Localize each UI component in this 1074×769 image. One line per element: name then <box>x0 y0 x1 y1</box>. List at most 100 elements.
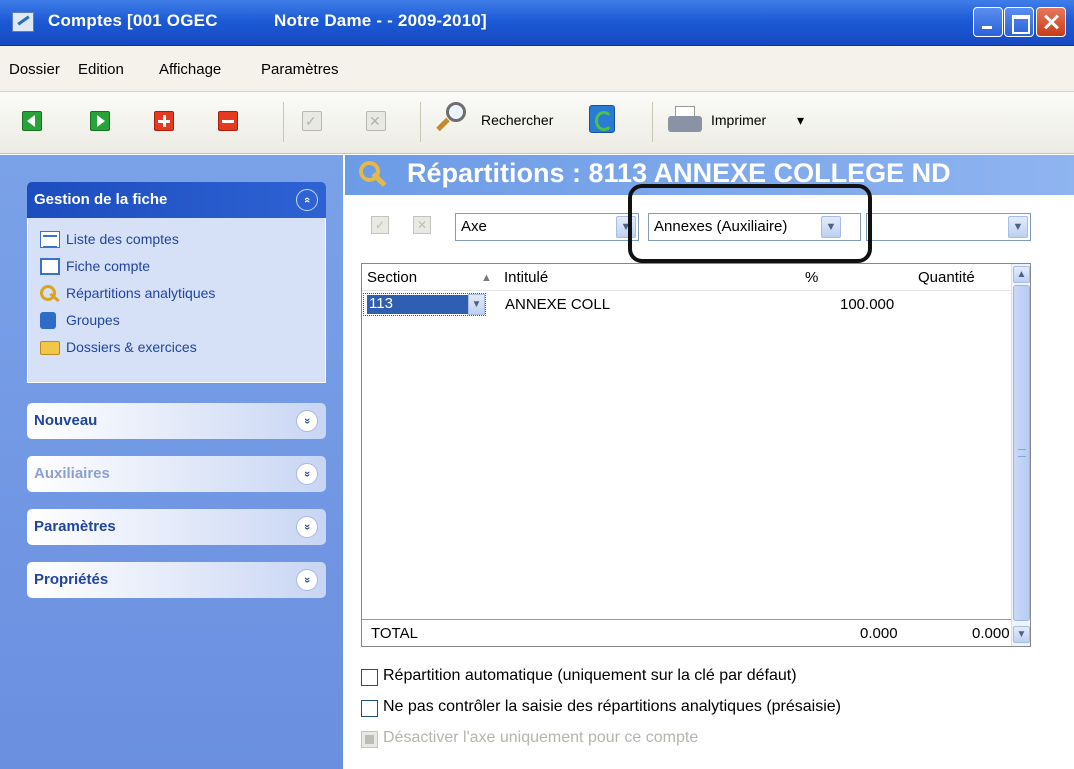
previous-icon[interactable] <box>22 111 42 131</box>
folder-icon <box>40 341 60 355</box>
group-nouveau: Nouveau » <box>27 403 326 439</box>
option-label: Désactiver l'axe uniquement pour ce comp… <box>383 729 699 746</box>
option-label[interactable]: Répartition automatique (uniquement sur … <box>383 667 797 685</box>
expand-chevron-icon[interactable]: » <box>296 569 318 591</box>
toolbar-separator <box>652 102 653 142</box>
window-title-part1: Comptes [001 OGEC <box>48 11 218 30</box>
axe-combo[interactable]: Axe ▼ <box>455 213 639 241</box>
group-header-auxiliaires: Auxiliaires » <box>27 456 326 492</box>
link-repartitions[interactable]: Répartitions analytiques <box>40 284 325 311</box>
grid-header: Section ▲ Intitulé % Quantité <box>362 264 1012 291</box>
next-icon[interactable] <box>90 111 110 131</box>
key-icon <box>359 161 389 191</box>
key-icon <box>40 285 60 302</box>
intitule-cell: ANNEXE COLL <box>505 296 611 313</box>
scroll-thumb[interactable] <box>1013 285 1030 621</box>
close-button[interactable] <box>1036 7 1066 37</box>
checkbox[interactable] <box>361 700 378 717</box>
search-button-label[interactable]: Rechercher <box>481 112 553 128</box>
toolbar-separator <box>283 102 284 142</box>
link-dossiers[interactable]: Dossiers & exercices <box>40 338 325 365</box>
sort-ascending-icon: ▲ <box>481 272 492 284</box>
group-title: Gestion de la fiche <box>34 191 168 208</box>
scroll-down-icon[interactable]: ▼ <box>1013 626 1030 643</box>
menu-edition[interactable]: Edition <box>78 61 124 78</box>
scroll-up-icon[interactable]: ▲ <box>1013 266 1030 283</box>
print-button-label[interactable]: Imprimer <box>711 112 766 128</box>
vertical-scrollbar[interactable]: ▲ ▼ <box>1011 264 1030 646</box>
third-combo[interactable]: ▼ <box>866 213 1031 241</box>
group-header-nouveau[interactable]: Nouveau » <box>27 403 326 439</box>
menu-dossier[interactable]: Dossier <box>9 61 60 78</box>
menu-parametres[interactable]: Paramètres <box>261 61 339 78</box>
expand-chevron-icon[interactable]: » <box>296 410 318 432</box>
grid-total-row: TOTAL 0.000 0.000 <box>362 619 1012 646</box>
title-bar: Comptes [001 OGEC Notre Dame - - 2009-20… <box>0 0 1074 46</box>
app-icon <box>12 12 34 32</box>
toolbar: ✓ ✕ Rechercher Imprimer ▾ <box>0 92 1074 154</box>
validate-small-icon[interactable]: ✓ <box>371 216 389 234</box>
link-label[interactable]: Dossiers & exercices <box>66 339 197 355</box>
group-icon <box>40 312 56 329</box>
maximize-button[interactable] <box>1004 7 1034 37</box>
group-title: Auxiliaires <box>34 465 110 482</box>
combo-value: Axe <box>461 218 487 235</box>
percent-cell: 100.000 <box>840 296 895 313</box>
group-header-parametres[interactable]: Paramètres » <box>27 509 326 545</box>
group-header-gestion-fiche[interactable]: Gestion de la fiche « <box>27 182 326 218</box>
link-label[interactable]: Liste des comptes <box>66 231 179 247</box>
group-title: Paramètres <box>34 518 116 535</box>
column-header-section[interactable]: Section <box>367 269 417 286</box>
group-title: Nouveau <box>34 412 98 429</box>
minimize-button[interactable] <box>973 7 1003 37</box>
toolbar-separator <box>420 102 421 142</box>
validate-icon[interactable]: ✓ <box>302 111 322 131</box>
total-label: TOTAL <box>371 625 418 642</box>
printer-icon[interactable] <box>668 106 702 136</box>
collapse-chevron-icon[interactable]: « <box>296 189 318 211</box>
window-title: Comptes [001 OGEC Notre Dame - - 2009-20… <box>48 11 487 31</box>
section-cell[interactable]: 113 ▼ <box>363 293 486 316</box>
cancel-small-icon[interactable]: ✕ <box>413 216 431 234</box>
expand-chevron-icon[interactable]: » <box>296 516 318 538</box>
link-liste-comptes[interactable]: Liste des comptes <box>40 230 325 257</box>
table-row[interactable]: 113 ▼ ANNEXE COLL 100.000 <box>362 292 1012 317</box>
link-label[interactable]: Groupes <box>66 312 120 328</box>
group-body: Liste des comptes Fiche compte Répartiti… <box>27 218 326 383</box>
group-proprietes: Propriétés » <box>27 562 326 598</box>
group-header-proprietes[interactable]: Propriétés » <box>27 562 326 598</box>
column-header-percent[interactable]: % <box>805 269 818 286</box>
add-icon[interactable] <box>154 111 174 131</box>
link-label[interactable]: Fiche compte <box>66 258 150 274</box>
total-percent: 0.000 <box>860 625 898 642</box>
remove-icon[interactable] <box>218 111 238 131</box>
menu-bar: Dossier Edition Affichage Paramètres <box>0 46 1074 92</box>
repartitions-grid: Section ▲ Intitulé % Quantité 113 ▼ ANNE… <box>361 263 1031 647</box>
section-value[interactable]: 113 <box>367 295 471 314</box>
refresh-icon[interactable] <box>589 105 615 133</box>
print-dropdown-icon[interactable]: ▾ <box>797 112 804 129</box>
checkbox <box>361 731 378 748</box>
section-dropdown-icon[interactable]: ▼ <box>468 294 485 315</box>
highlight-annotation <box>628 184 872 263</box>
group-gestion-fiche: Gestion de la fiche « Liste des comptes … <box>27 182 326 383</box>
option-label[interactable]: Ne pas contrôler la saisie des répartiti… <box>383 698 841 716</box>
menu-affichage[interactable]: Affichage <box>159 61 221 78</box>
group-parametres: Paramètres » <box>27 509 326 545</box>
group-auxiliaires: Auxiliaires » <box>27 456 326 492</box>
link-groupes[interactable]: Groupes <box>40 311 325 338</box>
link-fiche-compte[interactable]: Fiche compte <box>40 257 325 284</box>
cancel-icon[interactable]: ✕ <box>366 111 386 131</box>
dropdown-arrow-icon[interactable]: ▼ <box>1008 216 1028 238</box>
card-icon <box>40 258 60 275</box>
column-header-intitule[interactable]: Intitulé <box>504 269 548 286</box>
window-title-part2: Notre Dame - - 2009-2010] <box>274 11 487 30</box>
column-header-quantite[interactable]: Quantité <box>918 269 975 286</box>
search-icon[interactable] <box>436 102 466 136</box>
total-quantite: 0.000 <box>972 625 1010 642</box>
checkbox[interactable] <box>361 669 378 686</box>
task-pane: Gestion de la fiche « Liste des comptes … <box>0 155 343 769</box>
group-title: Propriétés <box>34 571 109 588</box>
link-label[interactable]: Répartitions analytiques <box>66 285 215 301</box>
list-icon <box>40 231 60 248</box>
